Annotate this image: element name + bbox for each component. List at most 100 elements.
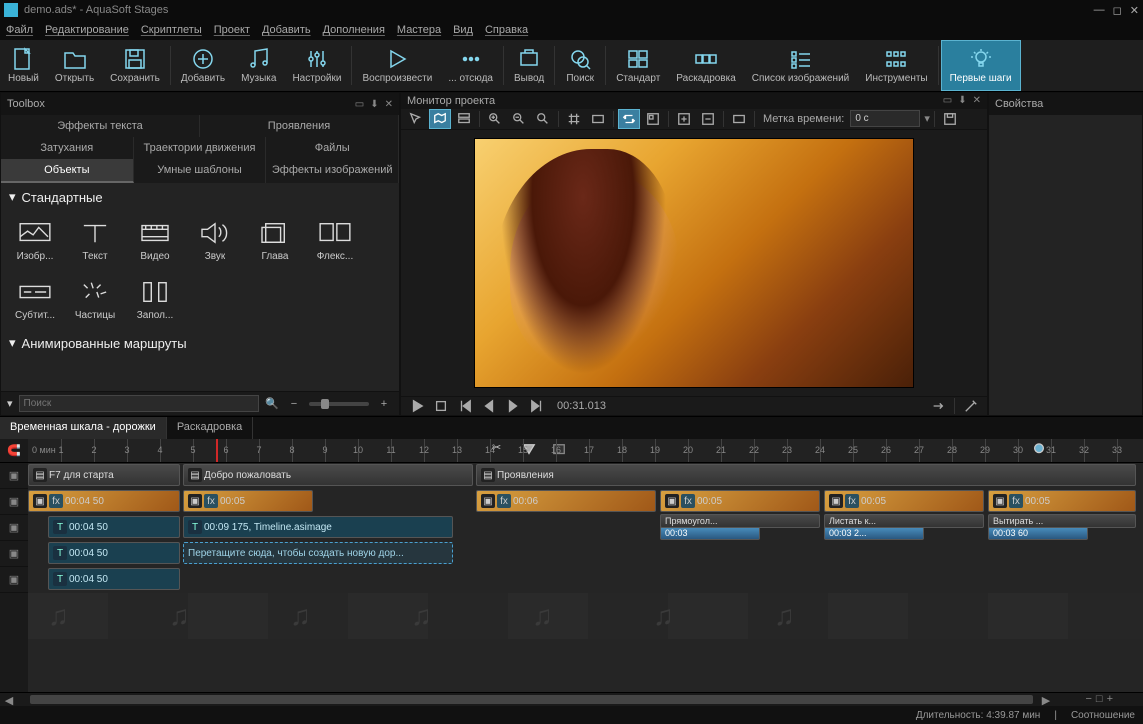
menu-проект[interactable]: Проект: [214, 24, 250, 36]
tab-объекты[interactable]: Объекты: [1, 159, 134, 183]
scissors-icon[interactable]: ✂: [492, 441, 501, 454]
object-image[interactable]: Изобр...: [9, 219, 61, 262]
panel-pin-button[interactable]: ⬇: [370, 99, 378, 110]
toolbar-dots-button[interactable]: ... отсюда: [440, 40, 501, 91]
track-header-3[interactable]: ▣: [0, 515, 28, 541]
ruler-magnet-icon[interactable]: 🧲: [0, 439, 28, 462]
safe-area-button[interactable]: [587, 109, 609, 129]
menu-скриптлеты[interactable]: Скриптлеты: [141, 24, 202, 36]
section-standard[interactable]: ▾ Стандартные: [1, 183, 399, 211]
chapter-clip[interactable]: ▤Проявления: [476, 464, 1136, 486]
select-tool[interactable]: [405, 109, 427, 129]
toolbar-export-button[interactable]: Вывод: [506, 40, 552, 91]
play-button[interactable]: [407, 397, 427, 415]
tab-затухания[interactable]: Затухания: [1, 137, 134, 159]
tab-эффекты-текста[interactable]: Эффекты текста: [1, 115, 200, 137]
timeline-clip[interactable]: ▣fx00:05: [660, 490, 820, 512]
close-button[interactable]: ✕: [1130, 4, 1139, 17]
scroll-right-button[interactable]: ▶: [1039, 693, 1053, 707]
toolbar-new-button[interactable]: Новый: [0, 40, 47, 91]
scrollbar-thumb[interactable]: [30, 695, 1033, 704]
timeline-clip[interactable]: Листать к...: [824, 514, 984, 528]
menu-редактирование[interactable]: Редактирование: [45, 24, 129, 36]
track-body[interactable]: ♫ ♫ ♫ ♫ ♫ ♫ ♫ ▤F7 для старта▤Добро пожал…: [28, 463, 1143, 692]
thumbnail-button[interactable]: [642, 109, 664, 129]
toolbar-search-button[interactable]: Поиск: [557, 40, 603, 91]
menu-мастера[interactable]: Мастера: [397, 24, 441, 36]
prev-button[interactable]: [479, 397, 499, 415]
timeline-tab-0[interactable]: Временная шкала - дорожки: [0, 417, 167, 439]
audio-track[interactable]: ♫ ♫ ♫ ♫ ♫ ♫ ♫: [28, 593, 1143, 639]
menu-файл[interactable]: Файл: [6, 24, 33, 36]
object-flex[interactable]: Флекс...: [309, 219, 361, 262]
menu-добавить[interactable]: Добавить: [262, 24, 311, 36]
panel-float-button[interactable]: ▭: [943, 95, 952, 106]
panel-pin-button[interactable]: ⬇: [958, 95, 966, 106]
timeline-clip[interactable]: Прямоугол...: [660, 514, 820, 528]
tab-эффекты-изображений[interactable]: Эффекты изображений: [266, 159, 399, 183]
object-chapter[interactable]: Глава: [249, 219, 301, 262]
timeline-clip[interactable]: ▣fx00:04 50: [28, 490, 180, 512]
timeline-tab-1[interactable]: Раскадровка: [167, 417, 253, 439]
menu-справка[interactable]: Справка: [485, 24, 528, 36]
first-button[interactable]: [455, 397, 475, 415]
preview-canvas[interactable]: [474, 138, 914, 388]
toolbar-list-button[interactable]: Список изображений: [744, 40, 857, 91]
toolbar-add-button[interactable]: Добавить: [173, 40, 233, 91]
zoom-slider[interactable]: [309, 402, 369, 406]
object-video[interactable]: Видео: [129, 219, 181, 262]
timeline-clip[interactable]: Перетащите сюда, чтобы создать новую дор…: [183, 542, 453, 564]
object-subtitle[interactable]: Субтит...: [9, 278, 61, 321]
add-button[interactable]: [673, 109, 695, 129]
stop-button[interactable]: [431, 397, 451, 415]
tab-умные-шаблоны[interactable]: Умные шаблоны: [134, 159, 267, 183]
move-tool[interactable]: [429, 109, 451, 129]
chapter-clip[interactable]: ▤Добро пожаловать: [183, 464, 473, 486]
layout-tool[interactable]: [453, 109, 475, 129]
track-header-1[interactable]: ▣: [0, 463, 28, 489]
object-text[interactable]: Текст: [69, 219, 121, 262]
menu-вид[interactable]: Вид: [453, 24, 473, 36]
minimize-button[interactable]: —: [1094, 4, 1105, 17]
ratio-button[interactable]: [728, 109, 750, 129]
panel-close-button[interactable]: ✕: [973, 95, 981, 106]
timeline-scrollbar[interactable]: ◀ ▶ − □ +: [0, 692, 1143, 706]
playhead[interactable]: [216, 439, 218, 462]
toolbar-music-button[interactable]: Музыка: [233, 40, 284, 91]
zoom-in-button[interactable]: +: [375, 395, 393, 413]
section-routes[interactable]: ▾ Анимированные маршруты: [1, 329, 399, 357]
zoom-out-button[interactable]: −: [1085, 693, 1091, 705]
toolbar-std-button[interactable]: Стандарт: [608, 40, 668, 91]
marker-c[interactable]: [1032, 443, 1046, 457]
timeline-clip[interactable]: T00:09 175, Timeline.asimage: [183, 516, 453, 538]
timeline-clip[interactable]: 00:03: [660, 526, 760, 540]
chevron-down-icon[interactable]: ▾: [7, 397, 13, 410]
toolbar-bulb-button[interactable]: Первые шаги: [941, 40, 1021, 91]
repeat-button[interactable]: [618, 109, 640, 129]
timeline-clip[interactable]: ▣fx00:06: [476, 490, 656, 512]
object-placeholder[interactable]: Запол...: [129, 278, 181, 321]
chevron-down-icon[interactable]: ▾: [924, 112, 930, 125]
panel-float-button[interactable]: ▭: [355, 99, 364, 110]
zoom-fit-button[interactable]: □: [1096, 693, 1103, 705]
timeline-clip[interactable]: T00:04 50: [48, 542, 180, 564]
zoom-out-button[interactable]: [508, 109, 530, 129]
jump-button[interactable]: [928, 397, 948, 415]
save-button[interactable]: [939, 109, 961, 129]
panel-close-button[interactable]: ✕: [385, 99, 393, 110]
toolbar-tools-button[interactable]: Инструменты: [857, 40, 935, 91]
object-sound[interactable]: Звук: [189, 219, 241, 262]
grid-button[interactable]: [563, 109, 585, 129]
menu-дополнения[interactable]: Дополнения: [323, 24, 385, 36]
timeline-clip[interactable]: ▣fx00:05: [988, 490, 1136, 512]
zoom-in-button[interactable]: [484, 109, 506, 129]
tab-проявления[interactable]: Проявления: [200, 115, 399, 137]
remove-button[interactable]: [697, 109, 719, 129]
track-header-4[interactable]: ▣: [0, 541, 28, 567]
search-input[interactable]: [19, 395, 260, 412]
toolbar-open-button[interactable]: Открыть: [47, 40, 102, 91]
toolbar-story-button[interactable]: Раскадровка: [668, 40, 743, 91]
wand-button[interactable]: [961, 397, 981, 415]
timeline-clip[interactable]: ▣fx00:05: [183, 490, 313, 512]
toolbar-play-button[interactable]: Воспроизвести: [354, 40, 440, 91]
